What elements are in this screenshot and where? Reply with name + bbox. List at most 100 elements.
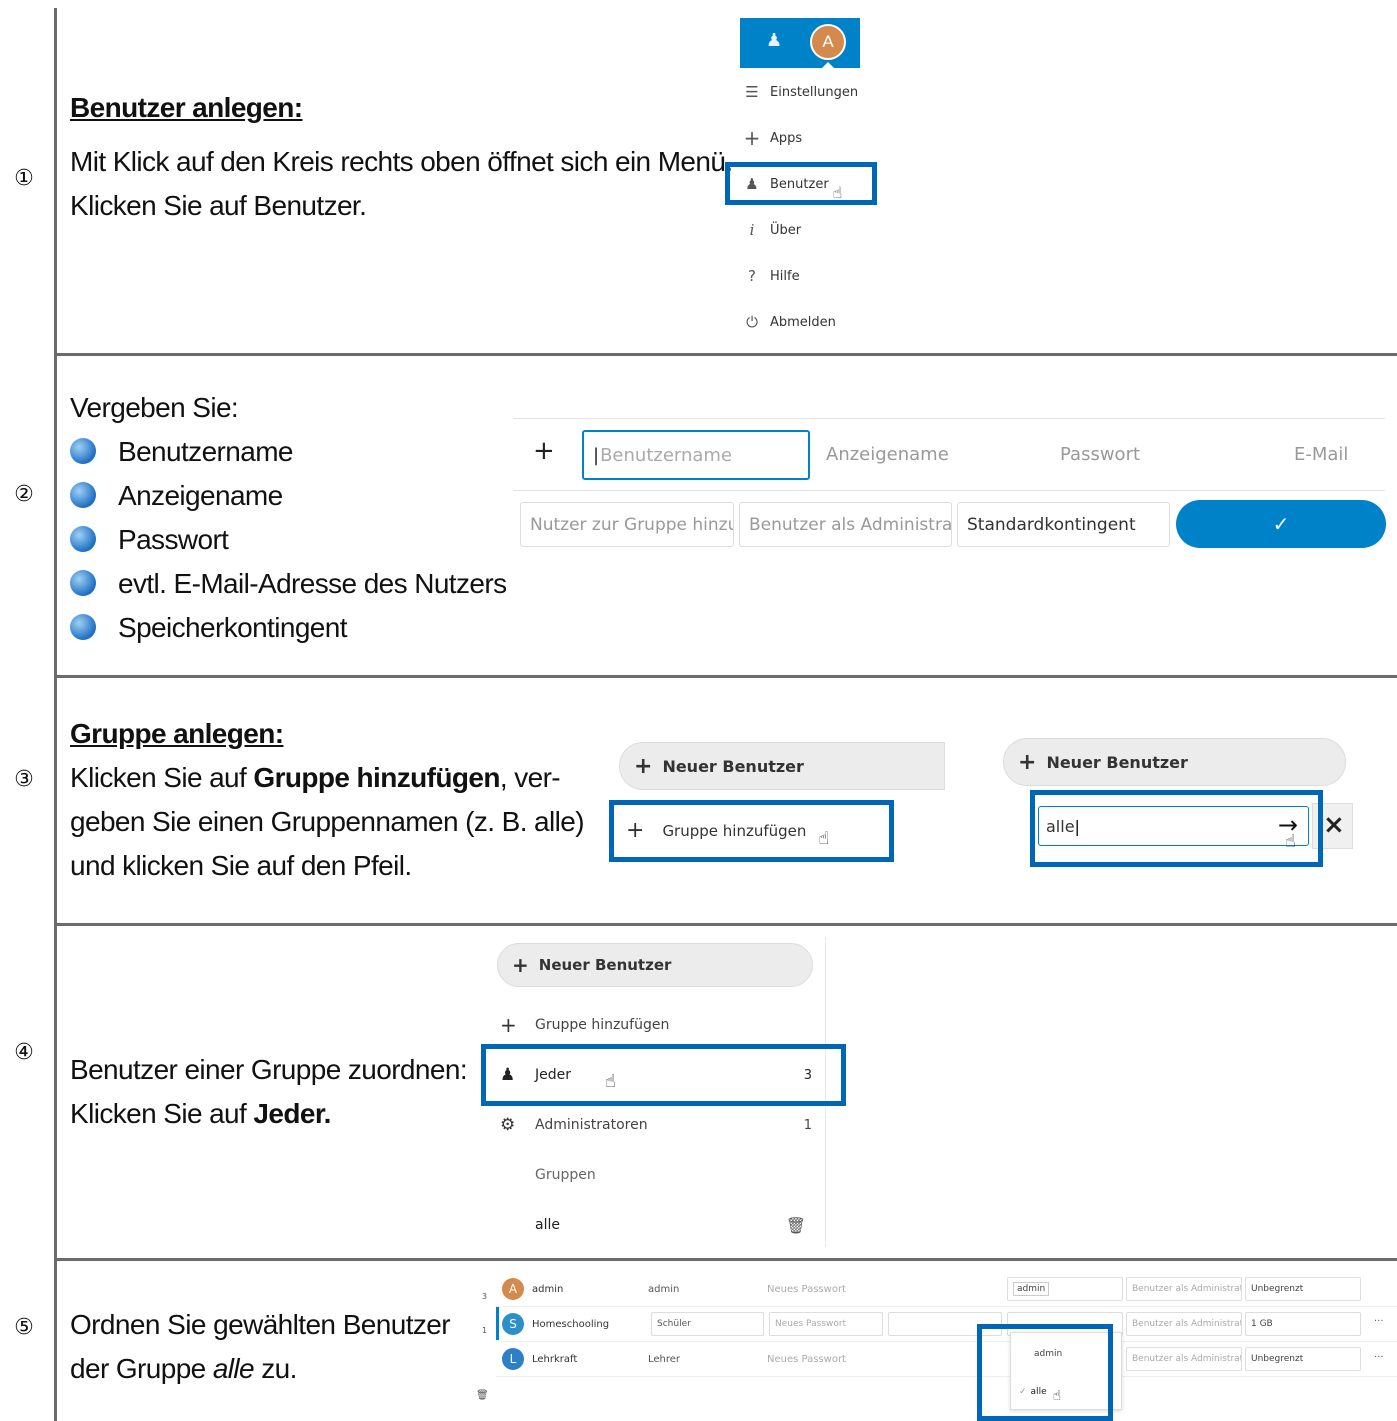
- row-selected-marker: [496, 1306, 499, 1340]
- admin-select[interactable]: Benutzer als Administrat: [1126, 1312, 1242, 1336]
- trash-icon[interactable]: 🗑: [476, 1390, 489, 1401]
- globe-bullet-icon: [70, 525, 96, 552]
- gear-icon: ⚙: [500, 1115, 516, 1135]
- step-3-text: Gruppe anlegen: Klicken Sie auf Gruppe h…: [70, 712, 585, 888]
- more-icon[interactable]: ···: [1374, 1316, 1384, 1327]
- user-name: Homeschooling: [532, 1318, 610, 1330]
- quota-select[interactable]: Standardkontingent: [957, 502, 1170, 547]
- plus-icon: +: [500, 1013, 517, 1037]
- user-name: admin: [532, 1283, 564, 1295]
- text-part: Klicken Sie auf: [70, 762, 254, 793]
- row-divider: [54, 1258, 1397, 1261]
- step-line: und klicken Sie auf den Pfeil.: [70, 850, 412, 881]
- group-select[interactable]: admin: [1007, 1277, 1123, 1301]
- text-part: der Gruppe: [70, 1353, 213, 1384]
- step-line: Mit Klick auf den Kreis rechts oben öffn…: [70, 146, 733, 177]
- menu-item-label: Einstellungen: [770, 84, 859, 100]
- avatar: S: [502, 1313, 524, 1335]
- plus-icon: +: [634, 753, 653, 779]
- text-part: , ver-: [499, 762, 561, 793]
- bullet-label: evtl. E-Mail-Adresse des Nutzers: [118, 568, 507, 599]
- step-5-text: Ordnen Sie gewählten Benutzer der Gruppe…: [70, 1303, 451, 1391]
- close-icon: ×: [1323, 810, 1345, 840]
- new-user-button[interactable]: + Neuer Benutzer: [619, 742, 945, 790]
- sidebar-item-administratoren[interactable]: ⚙ Administratoren 1: [500, 1110, 820, 1140]
- button-label: Neuer Benutzer: [1046, 752, 1188, 772]
- item-label: alle: [535, 1217, 560, 1233]
- menu-item-apps[interactable]: + Apps: [742, 125, 803, 151]
- highlight-box: [609, 800, 894, 862]
- avatar: A: [502, 1278, 524, 1300]
- add-group-item[interactable]: + Gruppe hinzufügen: [500, 1010, 820, 1040]
- text-bold: Gruppe hinzufügen: [253, 762, 500, 793]
- row-divider: [54, 353, 1397, 356]
- step-number: ③: [14, 767, 34, 792]
- admin-select[interactable]: Benutzer als Administrat: [1126, 1347, 1242, 1371]
- step-number: ①: [14, 166, 34, 191]
- item-label: Gruppe hinzufügen: [535, 1017, 670, 1033]
- text-bold: Jeder.: [253, 1098, 331, 1129]
- displayname-input[interactable]: Anzeigename: [826, 444, 949, 465]
- side-count: 1: [482, 1326, 488, 1335]
- bullet-label: Passwort: [118, 524, 229, 555]
- email-input[interactable]: E-Mail: [1294, 444, 1348, 465]
- header-bar: ♟ A: [740, 18, 860, 69]
- quota-select[interactable]: Unbegrenzt: [1245, 1277, 1361, 1301]
- plus-icon: +: [743, 126, 761, 150]
- step-heading: Benutzer anlegen:: [70, 92, 303, 123]
- bullet-label: Benutzername: [118, 436, 294, 467]
- text-part: Klicken Sie auf: [70, 1098, 254, 1129]
- password-field[interactable]: Neues Passwort: [767, 1354, 846, 1365]
- globe-bullet-icon: [70, 569, 96, 596]
- password-field[interactable]: Neues Passwort: [767, 1284, 846, 1295]
- menu-item-einstellungen[interactable]: ☰ Einstellungen: [742, 79, 858, 105]
- highlight-box: [1030, 790, 1323, 867]
- row-divider: [54, 675, 1397, 678]
- display-name-field[interactable]: Schüler: [651, 1312, 764, 1336]
- table-row[interactable]: S Homeschooling: [502, 1307, 648, 1341]
- step-line: Ordnen Sie gewählten Benutzer: [70, 1309, 451, 1340]
- confirm-button[interactable]: ✓: [1176, 500, 1386, 548]
- highlight-box: [481, 1044, 846, 1106]
- side-count: 3: [482, 1292, 488, 1301]
- admin-select[interactable]: Benutzer als Administrat: [1126, 1277, 1242, 1301]
- step-line: Klicken Sie auf Benutzer.: [70, 190, 367, 221]
- password-input[interactable]: Passwort: [1060, 444, 1140, 465]
- avatar: L: [502, 1348, 524, 1370]
- trash-icon[interactable]: 🗑: [786, 1216, 806, 1235]
- button-label: Neuer Benutzer: [662, 756, 804, 776]
- quota-select[interactable]: Unbegrenzt: [1245, 1347, 1361, 1371]
- highlight-box: [725, 162, 877, 205]
- step-line: Klicken Sie auf Jeder.: [70, 1092, 467, 1136]
- sidebar-item-alle[interactable]: alle 🗑: [500, 1210, 820, 1240]
- plus-icon: +: [512, 953, 529, 977]
- step-number: ⑤: [14, 1315, 34, 1340]
- menu-item-ueber[interactable]: i Über: [742, 217, 802, 243]
- table-row[interactable]: L Lehrkraft Lehrer Neues Passwort: [502, 1342, 846, 1376]
- user-display-name: admin: [648, 1283, 680, 1295]
- plus-icon[interactable]: +: [533, 436, 555, 466]
- more-icon[interactable]: ···: [1374, 1352, 1384, 1363]
- step-2-text: Vergeben Sie: Benutzername Anzeigename P…: [70, 386, 507, 650]
- table-row[interactable]: A admin admin Neues Passwort: [502, 1272, 846, 1306]
- item-label: Administratoren: [535, 1117, 648, 1133]
- menu-item-abmelden[interactable]: ⏻ Abmelden: [742, 309, 836, 335]
- bullet-label: Anzeigename: [118, 480, 283, 511]
- menu-item-hilfe[interactable]: ? Hilfe: [742, 263, 800, 289]
- password-field[interactable]: Neues Passwort: [769, 1312, 883, 1336]
- menu-item-label: Hilfe: [770, 268, 800, 284]
- new-user-button[interactable]: + Neuer Benutzer: [1003, 738, 1346, 786]
- username-input[interactable]: | Benutzername: [582, 430, 810, 480]
- quota-select[interactable]: 1 GB: [1245, 1312, 1361, 1336]
- group-select[interactable]: Nutzer zur Gruppe hinzu: [520, 502, 734, 547]
- power-icon: ⏻: [746, 313, 758, 331]
- divider: [513, 418, 1385, 419]
- question-icon: ?: [748, 267, 756, 285]
- group-tag: admin: [1013, 1282, 1050, 1296]
- bullet-item: evtl. E-Mail-Adresse des Nutzers: [70, 562, 507, 606]
- avatar[interactable]: A: [810, 24, 846, 60]
- admin-select[interactable]: Benutzer als Administrat: [739, 502, 952, 547]
- new-user-button[interactable]: + Neuer Benutzer: [497, 943, 813, 987]
- step-line: der Gruppe alle zu.: [70, 1347, 450, 1391]
- step-heading: Gruppe anlegen:: [70, 718, 284, 749]
